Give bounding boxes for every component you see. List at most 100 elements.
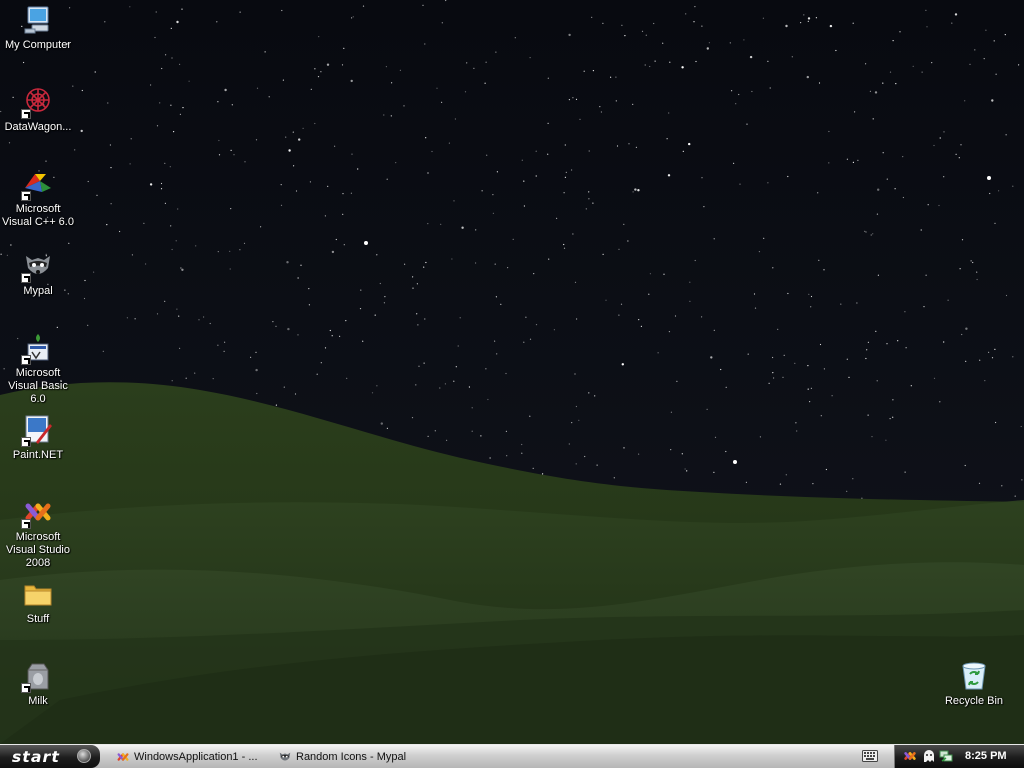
star	[857, 159, 859, 161]
star	[461, 226, 464, 229]
star	[218, 154, 221, 156]
folder-icon	[22, 578, 54, 610]
star	[965, 327, 968, 330]
star	[616, 145, 619, 147]
ghost-tray-icon[interactable]	[922, 749, 936, 763]
taskbar-button-mypal[interactable]: Random Icons - Mypal	[274, 747, 432, 767]
star	[427, 435, 429, 437]
star	[149, 183, 153, 186]
star	[817, 192, 819, 194]
star	[575, 98, 578, 100]
star	[441, 22, 443, 24]
desktop-icon-label: Microsoft Visual Basic 6.0	[8, 367, 68, 405]
star	[343, 244, 345, 246]
star	[925, 274, 927, 276]
star	[156, 313, 159, 315]
star	[130, 138, 132, 140]
desktop-icon-my-computer[interactable]: My Computer	[0, 4, 76, 52]
star	[951, 22, 953, 24]
star	[867, 414, 869, 416]
desktop-icon-datawagon[interactable]: DataWagon...	[0, 86, 76, 134]
star	[87, 324, 89, 326]
star	[422, 4, 424, 6]
star	[212, 378, 214, 380]
star	[955, 153, 957, 155]
star	[874, 91, 878, 94]
desktop-icon-visual-basic[interactable]: Microsoft Visual Basic 6.0	[0, 332, 76, 406]
star	[173, 131, 175, 133]
star	[618, 248, 620, 250]
desktop-icon-milk[interactable]: Milk	[0, 660, 76, 708]
star	[568, 33, 571, 37]
star	[487, 398, 489, 401]
star	[320, 71, 322, 73]
star	[779, 483, 782, 485]
star	[297, 334, 299, 336]
star	[902, 156, 904, 158]
star	[295, 190, 298, 192]
star	[10, 244, 12, 246]
star	[110, 203, 112, 205]
star	[83, 297, 86, 300]
star	[411, 417, 414, 419]
keyboard-language-icon[interactable]	[862, 750, 878, 762]
desktop-icon-visual-cpp[interactable]: Microsoft Visual C++ 6.0	[0, 168, 76, 229]
star	[828, 162, 830, 164]
star	[181, 8, 183, 10]
star	[701, 177, 703, 179]
star	[159, 102, 161, 104]
shortcut-arrow-icon	[21, 191, 31, 201]
star	[464, 91, 467, 93]
star	[620, 303, 623, 305]
desktop-icon-recycle-bin[interactable]: Recycle Bin	[936, 660, 1012, 708]
desktop-icon-stuff[interactable]: Stuff	[0, 578, 76, 626]
star	[342, 213, 344, 215]
star	[810, 387, 813, 389]
star	[427, 172, 429, 174]
star	[379, 282, 381, 285]
star	[194, 372, 196, 374]
star	[574, 373, 576, 375]
star	[156, 125, 159, 127]
star	[686, 470, 688, 472]
star	[978, 482, 981, 484]
star	[542, 473, 544, 475]
desktop-icon-paint-net[interactable]: Paint.NET	[0, 414, 76, 462]
star	[256, 87, 259, 89]
star	[239, 11, 241, 13]
star	[547, 153, 549, 155]
star	[521, 452, 523, 454]
start-button[interactable]: start	[0, 745, 100, 768]
star	[706, 408, 708, 410]
taskbar-button-windowsapplication1[interactable]: WindowsApplication1 - ...	[112, 747, 268, 767]
star	[255, 351, 257, 353]
network-tray-icon[interactable]	[939, 749, 953, 763]
shortcut-arrow-icon	[21, 519, 31, 529]
star	[229, 250, 231, 252]
shortcut-arrow-icon	[21, 683, 31, 693]
desktop-icon-mypal[interactable]: Mypal	[0, 250, 76, 298]
star	[864, 230, 866, 232]
star	[150, 84, 152, 86]
star	[185, 377, 187, 379]
star	[110, 167, 112, 169]
desktop-icon-label: Paint.NET	[12, 449, 64, 461]
star	[787, 175, 789, 178]
star	[170, 27, 172, 29]
star	[751, 90, 753, 93]
star	[795, 422, 797, 424]
star	[867, 341, 870, 343]
desktop-icon-visual-studio[interactable]: Microsoft Visual Studio 2008	[0, 496, 76, 570]
visual-cpp-icon	[21, 168, 54, 201]
star	[94, 71, 96, 73]
star	[572, 97, 574, 99]
star	[961, 333, 963, 336]
star	[297, 277, 299, 279]
star	[574, 281, 577, 283]
star	[676, 380, 678, 382]
star	[230, 208, 232, 210]
visual-studio-tray-icon[interactable]	[903, 749, 917, 763]
star	[425, 137, 427, 139]
clock[interactable]: 8:25 PM	[965, 749, 1007, 763]
star	[809, 401, 811, 403]
